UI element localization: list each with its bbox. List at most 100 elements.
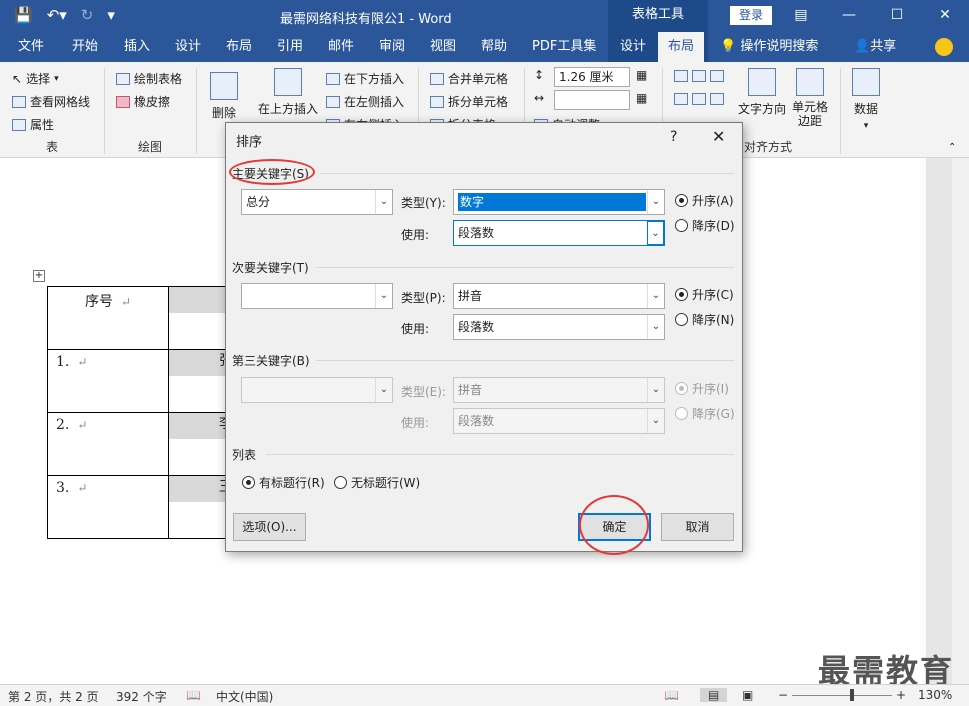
sort-dialog: 排序 ? ✕ 主要关键字(S) 总分 ⌄ 类型(Y): 数字 ⌄ 升序(A) 使用:… bbox=[225, 122, 743, 555]
close-icon[interactable]: ✕ bbox=[921, 0, 969, 32]
align-top-left-icon[interactable] bbox=[674, 70, 724, 82]
dialog-title: 排序 bbox=[236, 135, 263, 150]
list-section-label: 列表 bbox=[232, 448, 257, 462]
tell-me-search[interactable]: 💡 操作说明搜索 bbox=[720, 32, 818, 62]
draw-table-button[interactable]: 绘制表格 bbox=[116, 70, 182, 87]
maximize-icon[interactable]: ☐ bbox=[873, 0, 921, 32]
help-button[interactable]: ? bbox=[670, 129, 677, 145]
select-button[interactable]: ↖ 选择 ▾ bbox=[12, 70, 59, 87]
zoom-slider[interactable] bbox=[792, 695, 892, 696]
split-cells-button[interactable]: 拆分单元格 bbox=[430, 93, 508, 110]
delete-button[interactable]: 删除 bbox=[210, 72, 238, 121]
secondary-type-select[interactable]: 拼音 ⌄ bbox=[453, 283, 665, 309]
radio-dot bbox=[242, 476, 255, 489]
group-separator bbox=[104, 68, 105, 154]
table-cell[interactable]: 序号 ↵ bbox=[47, 286, 169, 350]
zoom-in-icon[interactable]: + bbox=[896, 688, 906, 702]
proofing-icon[interactable]: 📖 bbox=[186, 688, 201, 702]
primary-asc-radio[interactable]: 升序(A) bbox=[675, 192, 734, 209]
ok-button[interactable]: 确定 bbox=[578, 513, 651, 541]
dialog-close-icon[interactable]: ✕ bbox=[712, 127, 725, 146]
tab-table-layout[interactable]: 布局 bbox=[658, 32, 705, 62]
no-header-radio[interactable]: 无标题行(W) bbox=[334, 474, 420, 491]
primary-desc-radio[interactable]: 降序(D) bbox=[675, 217, 735, 234]
minimize-icon[interactable]: — bbox=[825, 0, 873, 32]
view-gridlines-button[interactable]: 查看网格线 bbox=[12, 93, 90, 110]
zoom-out-icon[interactable]: − bbox=[778, 688, 788, 702]
tab-insert[interactable]: 插入 bbox=[114, 32, 160, 62]
secondary-key-select[interactable]: ⌄ bbox=[241, 283, 393, 309]
primary-using-select[interactable]: 段落数 ⌄ bbox=[453, 220, 665, 246]
distribute-rows-icon[interactable]: ▦ bbox=[636, 68, 647, 82]
tab-pdf-tools[interactable]: PDF工具集 bbox=[522, 32, 606, 62]
chevron-down-icon: ⌄ bbox=[647, 190, 664, 214]
secondary-using-select[interactable]: 段落数 ⌄ bbox=[453, 314, 665, 340]
tab-design[interactable]: 设计 bbox=[165, 32, 211, 62]
split-cells-icon bbox=[430, 95, 444, 108]
secondary-desc-radio[interactable]: 降序(N) bbox=[675, 311, 734, 328]
read-mode-icon[interactable]: 📖 bbox=[664, 688, 679, 702]
divider bbox=[316, 360, 734, 361]
zoom-level[interactable]: 130% bbox=[918, 688, 952, 702]
share-label: 共享 bbox=[870, 39, 897, 54]
redo-icon[interactable]: ↻ bbox=[81, 6, 94, 24]
word-count[interactable]: 392 个字 bbox=[116, 688, 167, 705]
ribbon-display-icon[interactable]: ▤ bbox=[777, 0, 825, 32]
print-layout-icon[interactable]: ▤ bbox=[700, 688, 728, 702]
third-using-select: 段落数 ⌄ bbox=[453, 408, 665, 434]
table-tools-label: 表格工具 bbox=[608, 0, 708, 32]
has-header-radio[interactable]: 有标题行(R) bbox=[242, 474, 325, 491]
tab-help[interactable]: 帮助 bbox=[471, 32, 517, 62]
tab-table-design[interactable]: 设计 bbox=[610, 32, 656, 62]
align-middle-icon[interactable] bbox=[674, 93, 724, 105]
insert-left-icon bbox=[326, 95, 340, 108]
distribute-cols-icon[interactable]: ▦ bbox=[636, 91, 647, 105]
share-button[interactable]: 👤共享 bbox=[854, 32, 896, 62]
insert-above-button[interactable]: 在上方插入 bbox=[258, 68, 318, 117]
collapse-ribbon-icon[interactable]: ⌃ bbox=[948, 142, 956, 153]
login-button[interactable]: 登录 bbox=[730, 6, 772, 25]
undo-icon[interactable]: ↶▾ bbox=[47, 6, 67, 24]
secondary-asc-radio[interactable]: 升序(C) bbox=[675, 286, 734, 303]
options-button[interactable]: 选项(O)... bbox=[233, 513, 306, 541]
data-button[interactable]: 数据 ▾ bbox=[852, 68, 880, 131]
table-cell[interactable]: 3. ↵ bbox=[47, 475, 169, 539]
properties-button[interactable]: 属性 bbox=[12, 116, 54, 133]
customize-qat-icon[interactable]: ▾ bbox=[107, 6, 115, 24]
lightbulb-icon: 💡 bbox=[720, 39, 737, 54]
quick-access-toolbar: 💾 ↶▾ ↻ ▾ bbox=[14, 6, 115, 24]
tab-review[interactable]: 审阅 bbox=[369, 32, 415, 62]
insert-above-label: 在上方插入 bbox=[258, 102, 319, 116]
radio-dot bbox=[675, 382, 688, 395]
text-direction-button[interactable]: 文字方向 bbox=[738, 68, 786, 117]
table-cell[interactable]: 1. ↵ bbox=[47, 349, 169, 413]
merge-cells-button[interactable]: 合并单元格 bbox=[430, 70, 508, 87]
table-cell[interactable]: 2. ↵ bbox=[47, 412, 169, 476]
primary-type-select[interactable]: 数字 ⌄ bbox=[453, 189, 665, 215]
tab-view[interactable]: 视图 bbox=[420, 32, 466, 62]
page-indicator[interactable]: 第 2 页，共 2 页 bbox=[8, 688, 99, 705]
row-height-spinner[interactable]: 1.26 厘米 bbox=[554, 67, 630, 87]
tab-references[interactable]: 引用 bbox=[267, 32, 313, 62]
eraser-button[interactable]: 橡皮擦 bbox=[116, 93, 170, 110]
insert-left-button[interactable]: 在左侧插入 bbox=[326, 93, 404, 110]
col-width-spinner[interactable] bbox=[554, 90, 630, 110]
web-layout-icon[interactable]: ▣ bbox=[742, 688, 753, 702]
divider bbox=[316, 267, 734, 268]
cell-margins-icon bbox=[796, 68, 824, 96]
tab-file[interactable]: 文件 bbox=[8, 32, 54, 62]
tab-mailings[interactable]: 邮件 bbox=[318, 32, 364, 62]
zoom-slider-thumb[interactable] bbox=[850, 689, 854, 701]
insert-below-button[interactable]: 在下方插入 bbox=[326, 70, 404, 87]
chevron-down-icon: ⌄ bbox=[647, 221, 664, 245]
save-icon[interactable]: 💾 bbox=[14, 6, 33, 24]
tab-home[interactable]: 开始 bbox=[62, 32, 108, 62]
primary-key-select[interactable]: 总分 ⌄ bbox=[241, 189, 393, 215]
cancel-button[interactable]: 取消 bbox=[661, 513, 734, 541]
tab-layout[interactable]: 布局 bbox=[216, 32, 262, 62]
cell-margins-button[interactable]: 单元格 边距 bbox=[792, 68, 828, 128]
feedback-smiley-icon[interactable] bbox=[935, 38, 953, 56]
table-move-handle-icon[interactable]: + bbox=[33, 270, 45, 282]
language-indicator[interactable]: 中文(中国) bbox=[216, 688, 273, 705]
vertical-scrollbar[interactable] bbox=[952, 158, 969, 684]
